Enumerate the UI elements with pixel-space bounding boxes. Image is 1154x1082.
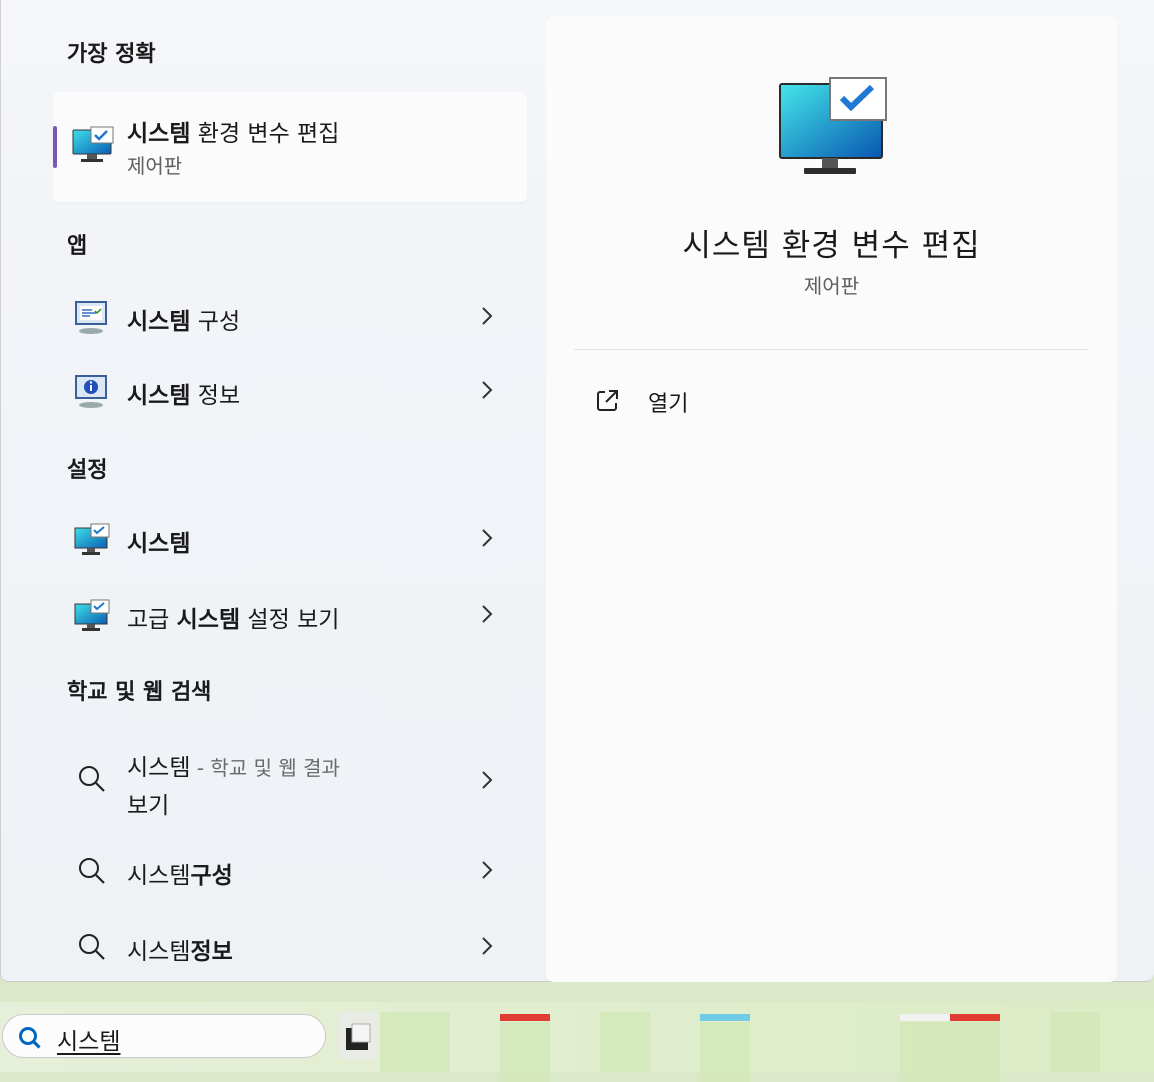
preview-pane: 시스템 환경 변수 편집 제어판 열기 [546,16,1117,982]
web-item-label: 시스템구성 [127,863,233,889]
best-match-title: 시스템 환경 변수 편집 [127,121,340,147]
system-info-icon [73,374,113,414]
section-settings: 설정 [67,458,108,483]
chevron-right-icon[interactable] [477,934,497,958]
best-match-subtitle: 제어판 [127,154,183,178]
taskbar-app-indicator [900,1014,950,1021]
web-item-label: 시스템정보 [127,939,233,965]
system-monitor-icon [73,522,113,562]
app-item-label: 시스템 정보 [127,383,241,409]
chevron-right-icon[interactable] [477,304,497,328]
section-best-match: 가장 정확 [67,42,156,67]
system-config-icon [73,300,113,340]
taskbar-app-indicator [700,1014,750,1021]
app-item-system-info[interactable]: 시스템 정보 [53,362,527,422]
web-item-label-line2: 보기 [127,793,170,819]
chevron-right-icon[interactable] [477,858,497,882]
taskbar-search-text: 시스템 [57,1029,121,1055]
taskbar: 시스템 [0,1002,1154,1082]
preview-title: 시스템 환경 변수 편집 [682,228,981,264]
start-search-panel: 가장 정확 시스템 환경 변수 편집 제어판 앱 시스템 구성 시스템 정보 설… [0,0,1154,982]
system-monitor-icon [71,126,115,170]
search-icon [17,1025,43,1055]
open-action-label: 열기 [648,392,689,417]
app-item-label: 시스템 구성 [127,309,241,335]
best-match-item[interactable]: 시스템 환경 변수 편집 제어판 [53,92,527,202]
system-monitor-icon [778,76,890,180]
chevron-right-icon[interactable] [477,378,497,402]
web-item-system-results[interactable]: 시스템 - 학교 및 웹 결과 보기 [53,734,527,820]
setting-item-label: 시스템 [127,531,191,557]
taskbar-app-button[interactable] [338,1012,378,1060]
setting-item-advanced-system[interactable]: 고급 시스템 설정 보기 [53,586,527,646]
app-item-system-config[interactable]: 시스템 구성 [53,288,527,348]
taskbar-search-box[interactable]: 시스템 [2,1014,326,1058]
web-item-system-info[interactable]: 시스템정보 [53,918,527,978]
system-monitor-icon [73,598,113,638]
web-item-system-config[interactable]: 시스템구성 [53,842,527,902]
preview-subtitle: 제어판 [803,274,860,298]
search-icon [77,932,107,966]
taskbar-app-indicator [500,1014,550,1021]
taskbar-app-button[interactable] [1050,1012,1100,1072]
taskbar-app-button[interactable] [600,1012,650,1072]
search-icon [77,764,107,798]
section-apps: 앱 [67,234,88,259]
open-external-icon [594,388,620,418]
section-web-search: 학교 및 웹 검색 [67,680,212,705]
open-action[interactable]: 열기 [594,386,794,418]
chevron-right-icon[interactable] [477,526,497,550]
taskbar-app-button[interactable] [900,1022,1000,1082]
taskbar-app-button[interactable] [500,1022,550,1082]
chevron-right-icon[interactable] [477,768,497,792]
taskbar-app-button[interactable] [700,1022,750,1082]
selection-indicator [53,126,57,168]
taskbar-app-indicator [950,1014,1000,1021]
search-icon [77,856,107,890]
divider [574,349,1088,350]
web-item-label: 시스템 - 학교 및 웹 결과 [127,755,340,781]
setting-item-label: 고급 시스템 설정 보기 [127,607,340,633]
taskbar-app-button[interactable] [380,1012,450,1072]
chevron-right-icon[interactable] [477,602,497,626]
setting-item-system[interactable]: 시스템 [53,510,527,570]
